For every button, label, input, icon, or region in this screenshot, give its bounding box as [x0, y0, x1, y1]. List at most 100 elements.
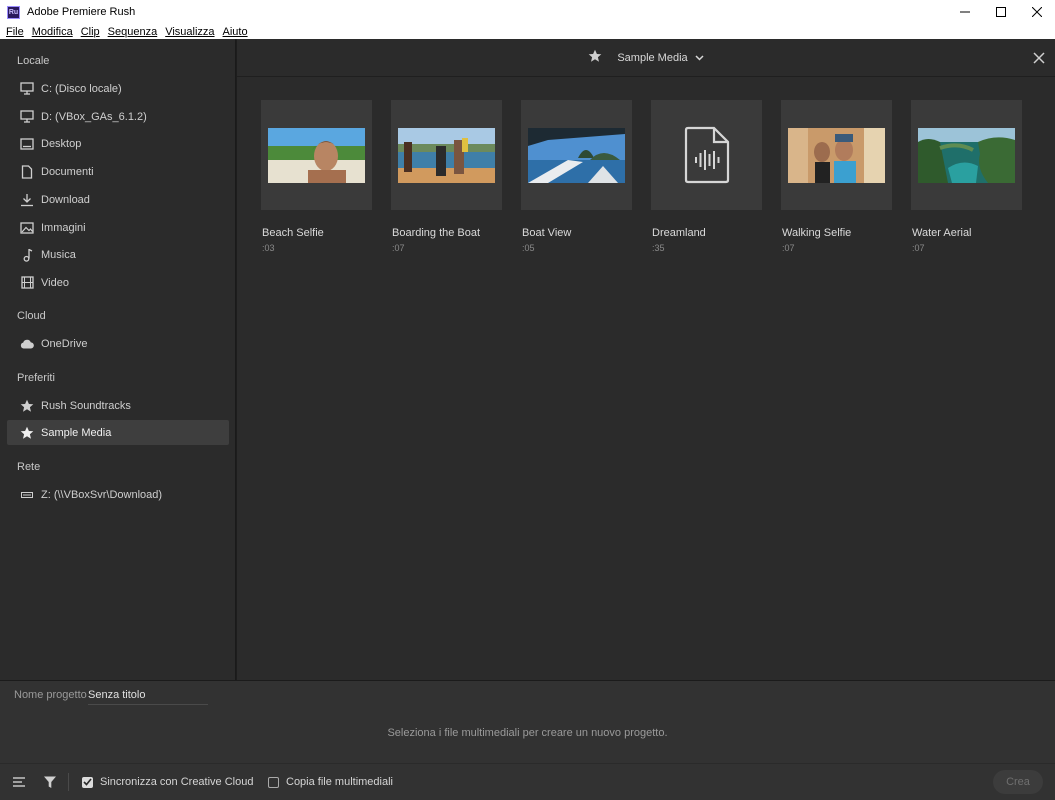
selection-hint: Seleziona i file multimediali per creare…	[387, 727, 668, 739]
media-duration: :07	[392, 243, 405, 253]
menu-aiuto[interactable]: Aiuto	[223, 26, 248, 38]
media-card-beach-selfie[interactable]: Beach Selfie :03	[261, 100, 372, 253]
cloud-icon	[20, 337, 34, 351]
sidebar-item-label: D: (VBox_GAs_6.1.2)	[41, 110, 147, 123]
media-card-boarding-the-boat[interactable]: Boarding the Boat :07	[391, 100, 502, 253]
monitor-icon	[20, 82, 34, 96]
close-window-button[interactable]	[1019, 0, 1055, 24]
app-logo-icon: Ru	[7, 5, 20, 19]
thumbnail-frame	[651, 100, 762, 210]
title-bar: Ru Adobe Premiere Rush	[0, 0, 1055, 24]
sidebar-item-label: Immagini	[41, 221, 86, 234]
sidebar-item-label: Documenti	[41, 165, 94, 178]
sidebar-item-documenti[interactable]: Documenti	[7, 159, 229, 184]
boarding-the-boat-thumbnail	[398, 127, 495, 183]
media-name: Boarding the Boat	[392, 227, 481, 239]
star-icon	[20, 399, 34, 413]
divider	[68, 773, 69, 791]
close-icon[interactable]	[1032, 51, 1046, 65]
close-icon	[1032, 7, 1042, 17]
minimize-button[interactable]	[947, 0, 983, 24]
copy-media-checkbox[interactable]: Copia file multimediali	[268, 776, 393, 788]
sidebar-item-download[interactable]: Download	[7, 187, 229, 212]
monitor-icon	[20, 110, 34, 124]
thumbnail-frame	[261, 100, 372, 210]
window-title: Adobe Premiere Rush	[27, 6, 136, 18]
sidebar-item-onedrive[interactable]: OneDrive	[7, 331, 229, 356]
section-title-locale: Locale	[17, 55, 50, 67]
media-name: Walking Selfie	[782, 227, 852, 239]
water-aerial-thumbnail	[918, 127, 1015, 183]
footer-bar: Sincronizza con Creative Cloud Copia fil…	[0, 763, 1055, 800]
network-drive-icon	[20, 488, 34, 502]
menu-lines-icon[interactable]	[12, 775, 26, 789]
menu-file[interactable]: File	[6, 26, 24, 38]
checkbox-checked-icon	[82, 776, 93, 788]
sidebar-item-label: C: (Disco locale)	[41, 82, 122, 95]
section-title-preferiti: Preferiti	[17, 372, 55, 384]
sidebar-item-label: Rush Soundtracks	[41, 399, 131, 412]
sidebar-item-rush-soundtracks[interactable]: Rush Soundtracks	[7, 393, 229, 418]
desktop-icon	[20, 137, 34, 151]
menu-bar: File Modifica Clip Sequenza Visualizza A…	[0, 24, 1055, 39]
sidebar-item-immagini[interactable]: Immagini	[7, 215, 229, 240]
sidebar-item-label: Sample Media	[41, 426, 112, 439]
boat-view-thumbnail	[528, 127, 625, 183]
thumbnail-frame	[521, 100, 632, 210]
sidebar-item-d-drive[interactable]: D: (VBox_GAs_6.1.2)	[7, 104, 229, 129]
sidebar-item-label: Desktop	[41, 137, 82, 150]
sidebar-item-sample-media[interactable]: Sample Media	[7, 420, 229, 445]
star-icon	[20, 426, 34, 440]
section-title-rete: Rete	[17, 461, 41, 473]
beach-selfie-thumbnail	[268, 127, 365, 183]
sidebar-item-label: Video	[41, 276, 69, 289]
media-name: Dreamland	[652, 227, 706, 239]
media-card-dreamland[interactable]: Dreamland :35	[651, 100, 762, 253]
maximize-button[interactable]	[983, 0, 1019, 24]
sidebar-item-musica[interactable]: Musica	[7, 242, 229, 267]
location-label: Sample Media	[617, 51, 688, 64]
media-duration: :03	[262, 243, 275, 253]
media-card-walking-selfie[interactable]: Walking Selfie :07	[781, 100, 892, 253]
project-name-field[interactable]: Senza titolo	[88, 689, 208, 705]
project-name-label: Nome progetto	[14, 689, 87, 701]
sidebar-item-desktop[interactable]: Desktop	[7, 131, 229, 156]
sidebar-item-c-drive[interactable]: C: (Disco locale)	[7, 76, 229, 101]
sidebar-item-label: Download	[41, 193, 90, 206]
menu-sequenza[interactable]: Sequenza	[108, 26, 158, 38]
sidebar-item-network-drive[interactable]: Z: (\\VBoxSvr\Download)	[7, 482, 229, 507]
copy-media-label: Copia file multimediali	[286, 776, 393, 788]
thumbnail-frame	[911, 100, 1022, 210]
maximize-icon	[996, 7, 1006, 17]
media-duration: :07	[912, 243, 925, 253]
sync-checkbox[interactable]: Sincronizza con Creative Cloud	[82, 776, 253, 788]
media-card-water-aerial[interactable]: Water Aerial :07	[911, 100, 1022, 253]
sidebar-item-label: Musica	[41, 248, 76, 261]
star-icon	[588, 49, 602, 66]
section-title-cloud: Cloud	[17, 310, 46, 322]
filter-icon[interactable]	[43, 775, 57, 789]
image-icon	[20, 221, 34, 235]
project-panel: Nome progetto Senza titolo Seleziona i f…	[0, 680, 1055, 800]
media-name: Boat View	[522, 227, 572, 239]
sidebar-item-label: OneDrive	[41, 337, 88, 350]
download-icon	[20, 193, 34, 207]
sidebar-item-video[interactable]: Video	[7, 270, 229, 295]
media-duration: :35	[652, 243, 665, 253]
thumbnail-frame	[391, 100, 502, 210]
audio-file-icon	[684, 126, 729, 184]
walking-selfie-thumbnail	[788, 127, 885, 183]
menu-visualizza[interactable]: Visualizza	[165, 26, 214, 38]
minimize-icon	[960, 11, 970, 13]
media-name: Water Aerial	[912, 227, 972, 239]
media-duration: :07	[782, 243, 795, 253]
sidebar: Locale C: (Disco locale) D: (VBox_GAs_6.…	[0, 39, 236, 680]
menu-modifica[interactable]: Modifica	[32, 26, 73, 38]
window-controls	[947, 0, 1055, 24]
menu-clip[interactable]: Clip	[81, 26, 100, 38]
media-card-boat-view[interactable]: Boat View :05	[521, 100, 632, 253]
location-dropdown[interactable]: Sample Media	[588, 49, 704, 66]
media-name: Beach Selfie	[262, 227, 324, 239]
chevron-down-icon	[695, 52, 704, 64]
create-button[interactable]: Crea	[993, 770, 1043, 794]
